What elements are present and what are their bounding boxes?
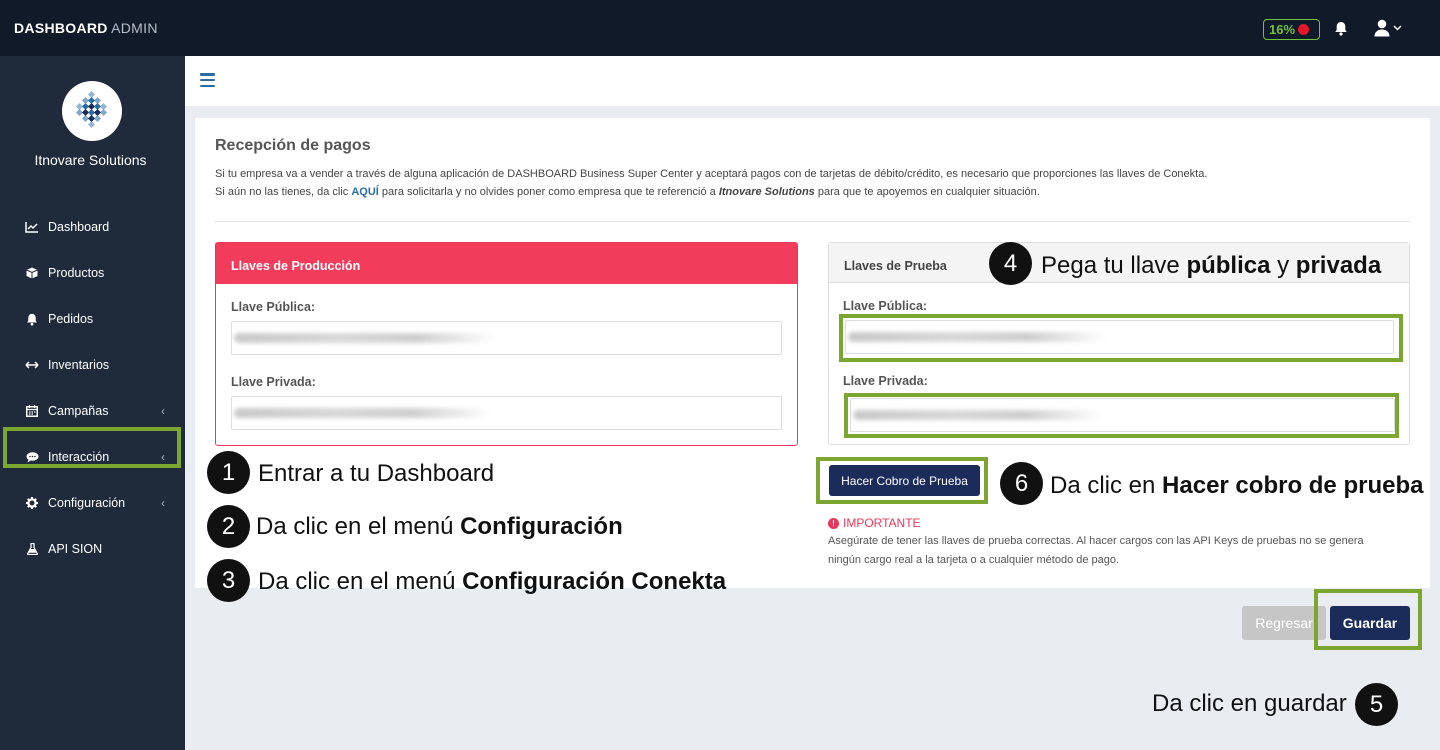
sidebar-item-label: Inventarios: [48, 358, 110, 372]
step-number-2: 2: [207, 505, 250, 548]
important-notice-line-1: Asegúrate de tener las llaves de prueba …: [828, 535, 1364, 547]
step-text-5: Da clic en guardar: [1152, 690, 1347, 717]
request-keys-link[interactable]: AQUÍ: [351, 186, 379, 198]
chevron-left-icon: ‹: [161, 496, 165, 510]
battery-indicator: 16%: [1263, 19, 1320, 40]
cube-icon: [24, 267, 40, 279]
step-number-6: 6: [1000, 462, 1043, 505]
step-text-2: Da clic en el menú Configuración: [256, 513, 623, 540]
highlight-box-public-key: [839, 314, 1403, 362]
sidebar-item-label: Configuración: [48, 496, 126, 510]
step-number-4: 4: [989, 242, 1032, 285]
notifications-bell-icon[interactable]: [1334, 21, 1348, 41]
sidebar-item-campanas[interactable]: Campañas ‹: [0, 396, 185, 426]
step-text-6: Da clic en Hacer cobro de prueba: [1050, 472, 1424, 499]
content-header: [185, 56, 1440, 106]
sidebar-item-label: Productos: [48, 266, 105, 280]
user-menu[interactable]: [1374, 19, 1402, 37]
test-public-key-label: Llave Pública:: [843, 299, 928, 313]
important-notice-line-2: ningún cargo real a la tarjeta o a cualq…: [828, 554, 1120, 566]
chevron-down-icon: [1393, 25, 1402, 31]
production-keys-title: Llaves de Producción: [216, 243, 797, 284]
chevron-left-icon: ‹: [161, 404, 165, 418]
production-private-key-input[interactable]: [231, 396, 782, 430]
step-text-3: Da clic en el menú Configuración Conekta: [258, 568, 727, 595]
description-line-2: Si aún no las tienes, da clic AQUÍ para …: [215, 186, 1040, 198]
test-private-key-label: Llave Privada:: [843, 374, 928, 388]
arrows-horizontal-icon: [24, 361, 40, 369]
chart-line-icon: [24, 221, 40, 233]
step-text-4: Pega tu llave pública y privada: [1041, 252, 1382, 279]
calendar-icon: [24, 405, 40, 417]
info-icon: !: [828, 517, 839, 529]
highlight-box-save: [1314, 589, 1422, 650]
highlight-box-configuracion: [3, 427, 181, 468]
gear-icon: [24, 497, 40, 509]
step-number-1: 1: [207, 451, 250, 494]
production-public-key-label: Llave Pública:: [231, 300, 316, 314]
divider: [215, 221, 1410, 222]
company-logo: [62, 81, 122, 141]
sidebar-item-label: Campañas: [48, 404, 109, 418]
step-number-5: 5: [1355, 683, 1398, 726]
step-text-1: Entrar a tu Dashboard: [258, 460, 495, 487]
important-notice-title: ! IMPORTANTE: [828, 516, 921, 530]
production-public-key-input[interactable]: [231, 321, 782, 355]
sidebar-item-pedidos[interactable]: Pedidos: [0, 304, 185, 334]
bell-icon: [24, 313, 40, 326]
user-icon: [1374, 19, 1390, 37]
sidebar-item-label: Pedidos: [48, 312, 94, 326]
highlight-box-test-charge: [816, 457, 988, 504]
top-navbar: DASHBOARD ADMIN: [0, 0, 1440, 56]
sidebar-item-configuracion[interactable]: Configuración ‹: [0, 488, 185, 518]
production-private-key-label: Llave Privada:: [231, 375, 316, 389]
sidebar-item-dashboard[interactable]: Dashboard: [0, 212, 185, 242]
page-title: Recepción de pagos: [215, 137, 371, 154]
flask-icon: [24, 543, 40, 555]
step-number-3: 3: [207, 559, 250, 602]
brand-title[interactable]: DASHBOARD ADMIN: [14, 20, 158, 36]
sidebar-item-productos[interactable]: Productos: [0, 258, 185, 288]
sidebar-item-inventarios[interactable]: Inventarios: [0, 350, 185, 380]
record-dot-icon: [1298, 24, 1310, 35]
description-line-1: Si tu empresa va a vender a través de al…: [215, 168, 1208, 180]
hamburger-menu-icon[interactable]: [200, 73, 215, 87]
highlight-box-private-key: [844, 393, 1399, 438]
company-name: Itnovare Solutions: [34, 152, 147, 168]
sidebar-item-api-sion[interactable]: API SION: [0, 534, 185, 564]
sidebar-item-label: API SION: [48, 542, 103, 556]
sidebar-item-label: Dashboard: [48, 220, 110, 234]
